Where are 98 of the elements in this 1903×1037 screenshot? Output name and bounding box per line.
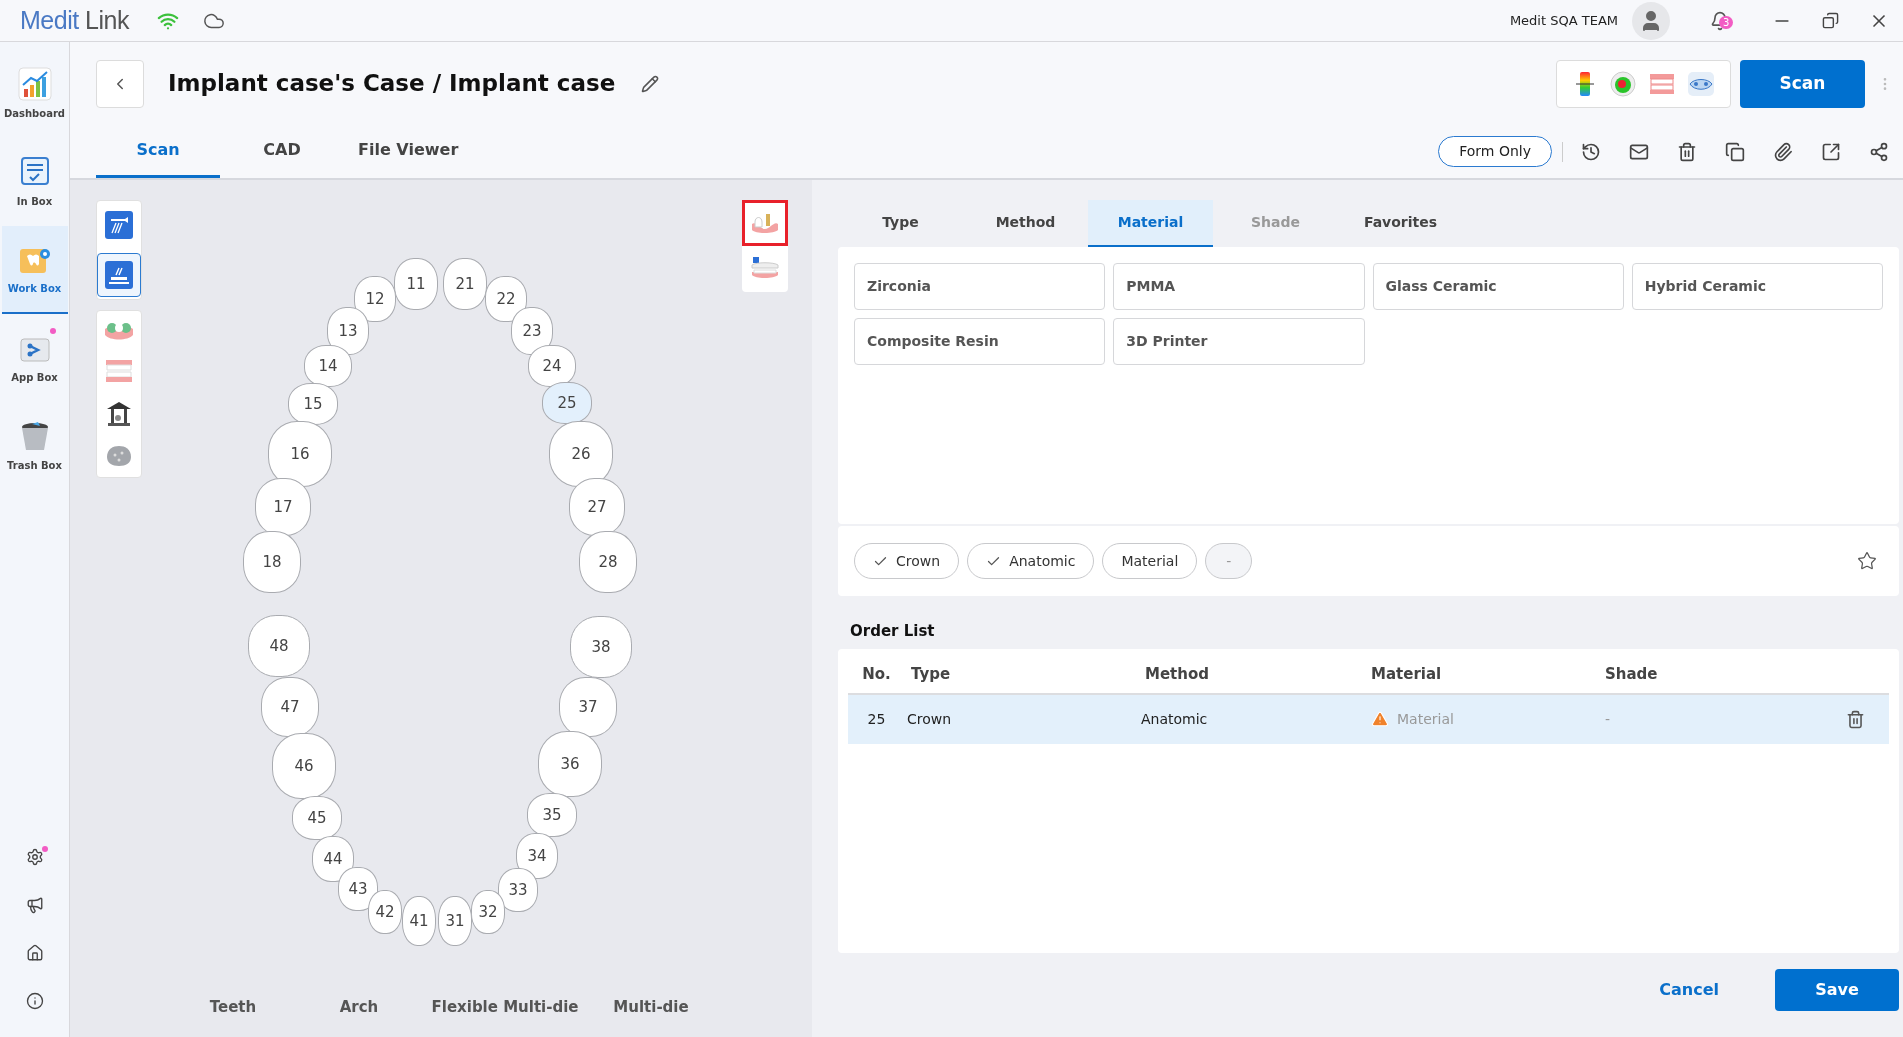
mode-tab[interactable]: Arch xyxy=(296,995,422,1019)
scan-tool[interactable] xyxy=(97,253,141,297)
tooth[interactable]: 43 xyxy=(338,867,378,911)
summary-chip: Material xyxy=(1102,543,1198,579)
sidebar-item[interactable]: App Box xyxy=(1,314,68,402)
summary-chip: - xyxy=(1205,543,1253,579)
material-option[interactable]: Composite Resin xyxy=(854,318,1106,365)
tooth[interactable]: 27 xyxy=(569,478,625,536)
tooth[interactable]: 44 xyxy=(312,836,354,882)
tooth[interactable]: 13 xyxy=(327,307,369,355)
option-tab[interactable]: Material xyxy=(1088,200,1213,247)
tooth[interactable]: 12 xyxy=(354,276,396,322)
tooth[interactable]: 16 xyxy=(268,421,332,487)
material-option[interactable]: PMMA xyxy=(1113,263,1365,310)
option-tab[interactable]: Method xyxy=(963,200,1088,247)
tooth[interactable]: 14 xyxy=(304,345,352,387)
tooth[interactable]: 48 xyxy=(248,615,310,677)
duplicate-icon[interactable] xyxy=(1725,141,1745,162)
view-tab[interactable]: File Viewer xyxy=(344,125,473,178)
view-option[interactable] xyxy=(742,200,788,246)
column-header: Material xyxy=(1371,664,1443,686)
tooth[interactable]: 45 xyxy=(292,796,342,840)
lips-icon[interactable] xyxy=(1687,71,1714,96)
tooth[interactable]: 47 xyxy=(261,677,319,737)
app-logo: Medit Link xyxy=(20,4,129,36)
scanner-icon xyxy=(105,211,133,239)
tooth[interactable]: 28 xyxy=(579,531,637,593)
option-tab[interactable]: Type xyxy=(838,200,963,247)
table-cell-text: Crown xyxy=(906,709,953,729)
order-row[interactable]: 25 Crown Anatomic Material - xyxy=(848,694,1889,744)
tooth[interactable]: 31 xyxy=(438,896,472,946)
tooth[interactable]: 32 xyxy=(471,890,505,934)
column-header: Method xyxy=(1144,664,1210,686)
form-only-button[interactable]: Form Only xyxy=(1438,136,1552,167)
tooth[interactable]: 46 xyxy=(272,733,336,799)
info-icon[interactable] xyxy=(25,992,44,1010)
tooth[interactable]: 17 xyxy=(255,478,311,536)
column-header: Type xyxy=(910,664,952,686)
sidebar-item[interactable]: Dashboard xyxy=(1,50,68,138)
summary-chip: Crown xyxy=(854,543,960,579)
mode-tab[interactable]: Multi-die xyxy=(588,995,714,1019)
attachment-icon[interactable] xyxy=(1773,141,1793,162)
table-cell-text: - xyxy=(1605,709,1612,729)
table-cell-text: Material xyxy=(1397,709,1454,729)
material-option[interactable]: Zirconia xyxy=(854,263,1106,310)
case-title: Implant case's Case / Implant case xyxy=(168,69,616,99)
summary-chip: Anatomic xyxy=(967,543,1095,579)
tooth[interactable]: 42 xyxy=(368,890,402,934)
history-icon[interactable] xyxy=(1581,141,1601,162)
table-cell-text: Anatomic xyxy=(1140,709,1209,729)
heatmap-icon[interactable] xyxy=(1610,70,1637,97)
settings-icon[interactable] xyxy=(25,848,44,866)
user-name: Medit SQA TEAM xyxy=(1509,11,1618,30)
tooth[interactable]: 22 xyxy=(485,276,527,322)
option-tab[interactable]: Favorites xyxy=(1338,200,1463,247)
avatar[interactable] xyxy=(1632,1,1670,40)
tooth[interactable]: 34 xyxy=(516,833,558,879)
scan-button[interactable]: Scan xyxy=(1740,59,1865,108)
desktop-scanner-icon xyxy=(105,261,133,289)
sidebar-item[interactable]: Trash Box xyxy=(1,402,68,490)
trash-icon[interactable] xyxy=(1677,141,1697,162)
tooth[interactable]: 37 xyxy=(559,677,617,737)
tooth[interactable]: 41 xyxy=(402,896,436,946)
material-option[interactable]: Glass Ceramic xyxy=(1372,263,1624,310)
tooth[interactable]: 21 xyxy=(443,258,487,310)
tooth[interactable]: 26 xyxy=(549,421,613,487)
material-option[interactable]: 3D Printer xyxy=(1113,318,1365,365)
sidebar-item[interactable]: Work Box xyxy=(1,226,68,314)
open-external-icon[interactable] xyxy=(1821,141,1841,162)
restore-icon[interactable] xyxy=(1822,12,1839,29)
tooth[interactable]: 25 xyxy=(542,382,592,424)
cancel-button[interactable]: Cancel xyxy=(1659,977,1719,1002)
chart-icon xyxy=(17,67,52,101)
share-icon[interactable] xyxy=(1869,141,1889,162)
material-option[interactable]: Hybrid Ceramic xyxy=(1631,263,1883,310)
tooth[interactable]: 35 xyxy=(527,793,577,837)
mode-tab[interactable]: Teeth xyxy=(170,995,296,1019)
tooth[interactable]: 36 xyxy=(538,731,602,797)
column-header: Shade xyxy=(1605,664,1659,686)
column-header: No. xyxy=(861,664,892,686)
view-tab[interactable]: CAD xyxy=(220,125,344,178)
table-cell-text: 25 xyxy=(866,709,887,729)
tooth[interactable]: 38 xyxy=(570,616,632,678)
tooth[interactable]: 24 xyxy=(528,345,576,387)
order-list-title: Order List xyxy=(850,621,936,642)
mode-tab[interactable]: Flexible Multi-die xyxy=(422,995,588,1019)
star-icon[interactable] xyxy=(1857,551,1877,571)
tooth[interactable]: 33 xyxy=(498,868,538,912)
save-button[interactable]: Save xyxy=(1775,968,1899,1011)
tooth[interactable]: 11 xyxy=(394,258,438,310)
megaphone-icon[interactable] xyxy=(25,896,44,914)
edit-icon[interactable] xyxy=(641,74,660,93)
notification-badge: 3 xyxy=(1719,15,1734,29)
delete-icon[interactable] xyxy=(1846,709,1865,729)
home-icon[interactable] xyxy=(25,944,44,962)
tooth[interactable]: 18 xyxy=(243,531,301,593)
tooth[interactable]: 15 xyxy=(288,383,338,425)
sidebar-item[interactable]: In Box xyxy=(1,138,68,226)
